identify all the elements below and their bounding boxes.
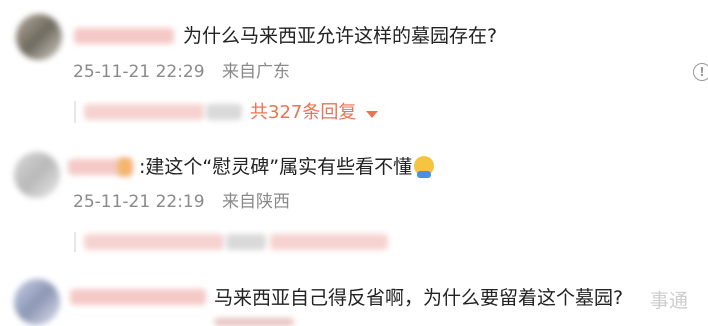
reply-preview — [84, 104, 204, 120]
reply-preview — [270, 234, 388, 250]
comment-location: 来自广东 — [221, 62, 290, 82]
comment-text: 为什么马来西亚允许这样的墓园存在? — [183, 25, 498, 47]
avatar[interactable] — [14, 152, 60, 198]
emoji-icon — [414, 156, 435, 178]
comment-date: 25-11-21 22:19 — [73, 192, 205, 212]
reply-divider — [74, 232, 76, 252]
comment-location: 来自陕西 — [221, 192, 290, 212]
reply-divider — [74, 101, 76, 123]
username[interactable] — [74, 28, 174, 44]
comment-meta: 25-11-21 22:29 来自广东 — [73, 61, 290, 83]
exclamation-circle-icon[interactable]: ! — [693, 63, 708, 81]
reply-preview — [84, 234, 224, 250]
watermark: 事通 — [650, 290, 689, 312]
reply-preview — [214, 318, 294, 326]
avatar[interactable] — [16, 14, 62, 60]
replies-count: 共327条回复 — [250, 102, 357, 123]
comment-meta: 25-11-21 22:19 来自陕西 — [73, 191, 290, 213]
username-badge — [118, 158, 132, 176]
expand-replies-button[interactable]: 共327条回复 — [250, 102, 379, 124]
comment-text: :建这个“慰灵碑”属实有些看不懂 — [139, 155, 435, 179]
username[interactable] — [70, 289, 206, 305]
caret-down-icon — [366, 110, 379, 118]
reply-preview — [226, 234, 266, 250]
comment-text: 马来西亚自己得反省啊，为什么要留着这个墓园? — [214, 287, 624, 309]
comment-text-content: :建这个“慰灵碑”属实有些看不懂 — [139, 156, 413, 178]
reply-preview — [206, 104, 242, 120]
avatar[interactable] — [14, 279, 60, 325]
comment-date: 25-11-21 22:29 — [73, 62, 205, 82]
